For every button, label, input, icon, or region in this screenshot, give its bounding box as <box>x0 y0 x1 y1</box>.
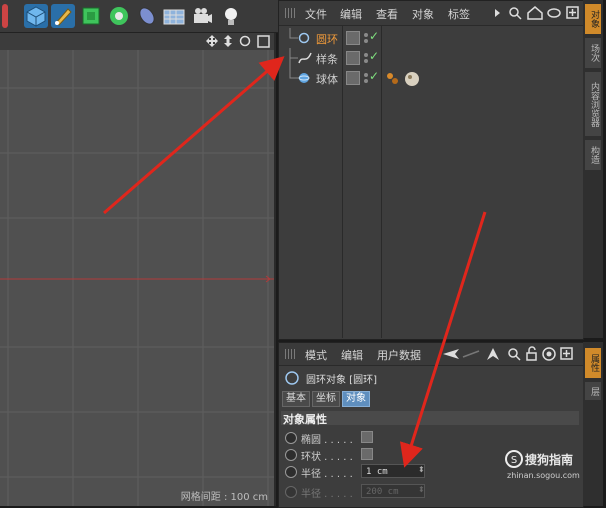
annotation-arrows <box>103 56 487 468</box>
arrow-to-radius-field <box>399 211 487 468</box>
arrow-to-circle-object <box>103 56 285 215</box>
